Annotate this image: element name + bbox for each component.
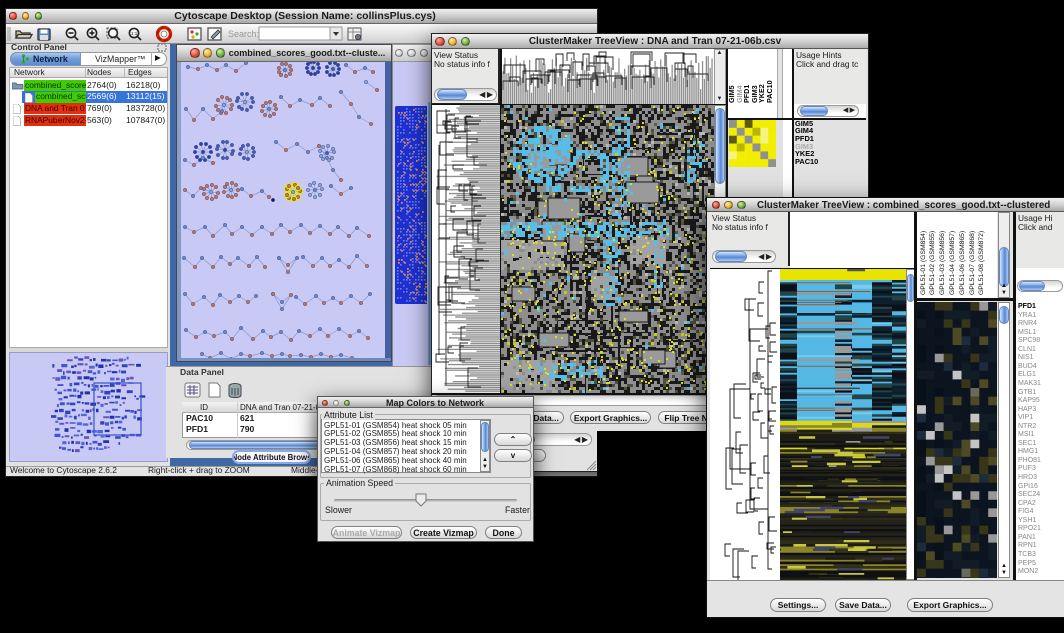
svg-text:Search:: Search: — [228, 29, 259, 39]
svg-text:1:1: 1:1 — [131, 31, 138, 36]
